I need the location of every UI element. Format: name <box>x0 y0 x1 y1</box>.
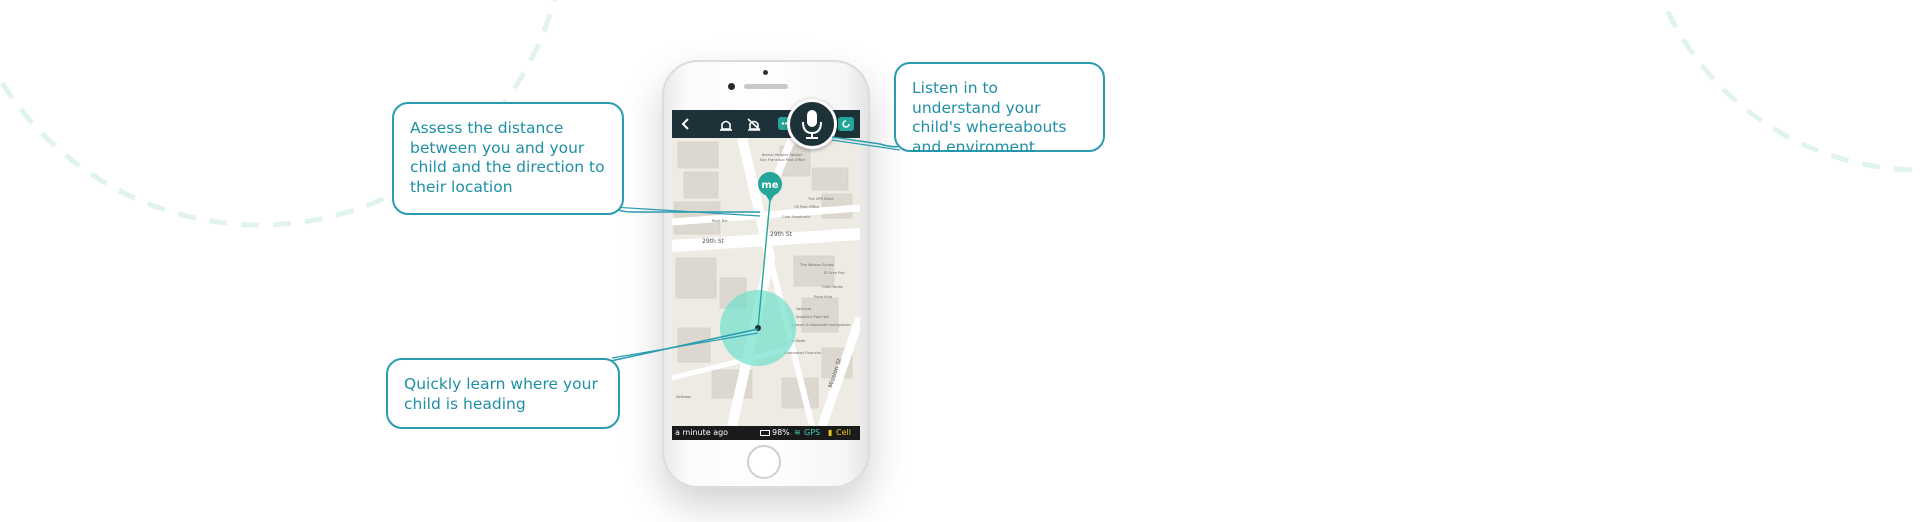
child-location-dot[interactable] <box>755 325 761 331</box>
map-canvas: 29th St 29th St Mission St Bernal Height… <box>672 136 860 428</box>
poi-label: Automated Financial <box>784 351 821 355</box>
battery-level: 98% <box>772 428 790 437</box>
phone-sensor <box>763 70 768 75</box>
refresh-button[interactable] <box>836 114 856 134</box>
battery-icon <box>760 430 770 436</box>
poi-label: The Watson School <box>799 263 834 267</box>
poi-label: Aquatic's Pool Hall <box>796 315 829 319</box>
alarm-icon <box>720 120 732 131</box>
poi-label: Pizza Kind <box>814 295 832 299</box>
poi-label: Cafe Anesthetic <box>782 215 810 219</box>
poi-label: Valencia <box>796 307 811 311</box>
poi-label: El Gran Rey <box>824 271 846 275</box>
poi-label: US Post Office <box>794 205 820 209</box>
poi-label: Lawyer & Associate Immigration <box>792 323 850 327</box>
alarm-off-button[interactable] <box>744 114 764 134</box>
alarm-button[interactable] <box>716 114 736 134</box>
callout-listen-in: Listen in to understand your child's whe… <box>894 62 1105 156</box>
wifi-icon: ≋ <box>794 428 801 437</box>
back-button[interactable] <box>676 114 696 134</box>
callout-text: Assess the distance between you and your… <box>410 119 605 196</box>
map-view[interactable]: 29th St 29th St Mission St Bernal Height… <box>672 136 860 428</box>
street-label-2: 29th St <box>770 231 793 238</box>
refresh-icon <box>838 117 854 131</box>
phone-speaker <box>744 84 788 89</box>
street-label-1: 29th St <box>702 238 725 245</box>
me-label: me <box>761 180 778 191</box>
last-updated: a minute ago <box>675 428 729 437</box>
poi-label: Cafe Hardin <box>822 285 843 289</box>
poi-label: San Francisco Post Office <box>760 158 806 162</box>
chevron-left-icon <box>681 118 689 130</box>
poi-label: Bernal Heights Station <box>762 153 802 157</box>
alarm-off-icon <box>747 118 761 131</box>
home-button[interactable] <box>747 445 781 479</box>
callout-text: Quickly learn where your child is headin… <box>404 375 598 413</box>
phone-camera <box>728 83 735 90</box>
poi-label: The UPS Store <box>807 197 834 201</box>
microphone-icon <box>802 110 822 139</box>
poi-label: Safeway <box>676 395 692 399</box>
microphone-button[interactable] <box>787 99 837 149</box>
signal-icon: ▮ <box>828 428 833 437</box>
callout-assess-distance: Assess the distance between you and your… <box>392 102 624 215</box>
status-bar: a minute ago 98% ≋ GPS ▮ Cell <box>672 426 860 440</box>
gps-status: GPS <box>804 428 821 437</box>
cell-status: Cell <box>836 428 851 437</box>
app-screen: 29th St 29th St Mission St Bernal Height… <box>672 110 860 440</box>
callout-child-heading: Quickly learn where your child is headin… <box>386 358 620 429</box>
poi-label: Rock Bar <box>712 219 728 223</box>
callout-text: Listen in to understand your child's whe… <box>912 79 1067 156</box>
